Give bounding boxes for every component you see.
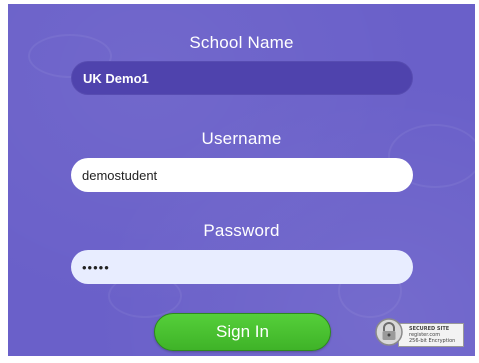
login-panel: School Name UK Demo1 Username demostuden… [8,4,475,356]
password-value: ••••• [82,259,110,275]
sign-in-label: Sign In [216,322,269,341]
username-label: Username [201,129,282,148]
password-label: Password [203,221,280,240]
school-name-value: UK Demo1 [83,70,149,86]
school-name-field[interactable]: UK Demo1 [71,61,413,95]
seal-text-box: SECURED SITE register.com 256-bit Encryp… [398,323,464,347]
school-name-label: School Name [189,33,294,52]
secured-site-seal[interactable]: SECURED SITE register.com 256-bit Encryp… [374,317,466,349]
username-input[interactable]: demostudent [71,158,413,192]
padlock-icon [375,318,403,346]
username-value: demostudent [82,167,158,183]
password-input[interactable]: ••••• [71,250,413,284]
sign-in-button[interactable]: Sign In [154,313,331,351]
seal-line-3: 256-bit Encryption [409,338,456,344]
